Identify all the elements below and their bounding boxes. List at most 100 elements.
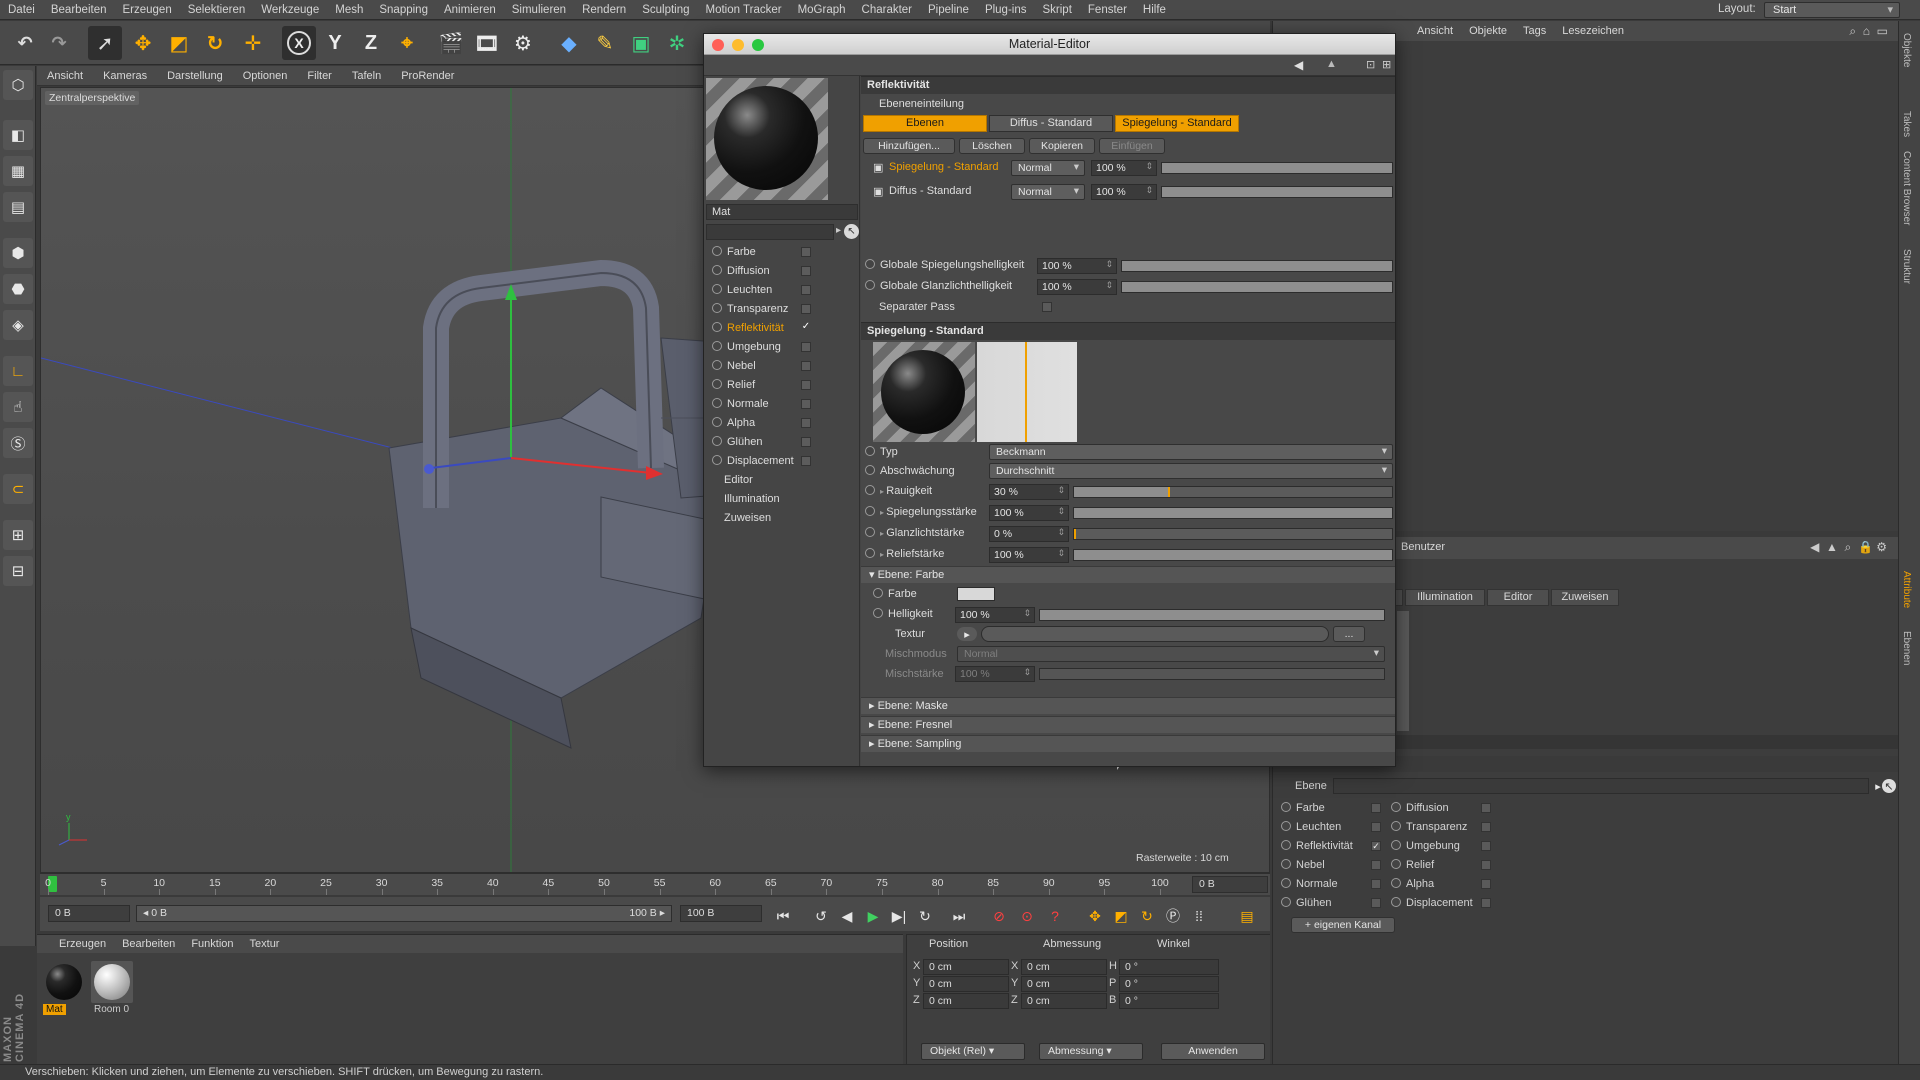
menu-item-fenster[interactable]: Fenster [1080,4,1135,16]
color-layer-header[interactable]: ▾ Ebene: Farbe [861,566,1395,583]
scale-tool-icon[interactable]: ◩ [162,26,196,60]
tweak-mode-icon[interactable]: ☝ [3,392,33,422]
attr-channel-checkbox[interactable] [1371,898,1381,908]
param-slider[interactable] [1073,549,1393,561]
viewport-menu-kameras[interactable]: Kameras [93,70,157,82]
y-axis-button[interactable]: Y [318,26,352,60]
redo-icon[interactable]: ↷ [42,26,76,60]
key-position-icon[interactable]: ✥ [1084,905,1106,927]
points-mode-icon[interactable]: ⬢ [3,238,33,268]
x-axis-button[interactable]: X [282,26,316,60]
new-window-icon[interactable]: ▭ [1877,24,1888,38]
viewport-menu-filter[interactable]: Filter [297,70,341,82]
side-tab-takes[interactable]: Takes [1901,111,1912,137]
arrow-right-icon[interactable]: ▸ [836,225,841,236]
coord-mode-select[interactable]: Objekt (Rel) ▾ [921,1043,1025,1060]
attr-channel-farbe[interactable]: Farbe [1281,802,1325,814]
layer-visibility-icon[interactable]: ▣ [873,161,883,174]
workplane-grid-icon[interactable]: ⊞ [3,520,33,550]
back-arrow-icon[interactable]: ◀ [1810,540,1819,554]
side-tab-struktur[interactable]: Struktur [1901,249,1912,284]
attr-channel-normale[interactable]: Normale [1281,878,1338,890]
add-channel-button[interactable]: + eigenen Kanal [1291,917,1395,933]
next-frame-icon[interactable]: ▶| [888,905,910,927]
texture-field[interactable] [981,626,1329,642]
timeline[interactable]: 0 5 10 15 20 25 30 35 40 45 50 55 60 65 70 75 80 85 90 95 10… [40,873,1270,895]
layer-opacity-slider[interactable] [1161,162,1393,174]
locked-workplane-icon[interactable]: ⊟ [3,556,33,586]
material-search-field[interactable] [706,224,834,240]
lock-icon[interactable]: ⊡ [1366,58,1375,71]
param-slider[interactable] [1073,486,1393,498]
goto-start-icon[interactable]: ⏮ [772,905,794,927]
goto-end-icon[interactable]: ⏭ [948,905,970,927]
coord-angle-field[interactable]: 0 ° [1119,976,1219,992]
attr-channel-checkbox[interactable] [1371,879,1381,889]
new-window-icon[interactable]: ⊞ [1382,58,1391,71]
record-keys-icon[interactable]: ⊘ [988,905,1010,927]
object-menu-objekte[interactable]: Objekte [1461,25,1515,37]
channel-checkbox[interactable] [801,418,811,428]
attr-channel-checkbox[interactable] [1371,860,1381,870]
attr-channel-glühen[interactable]: Glühen [1281,897,1331,909]
attr-channel-checkbox[interactable] [1481,841,1491,851]
layout-select[interactable]: Start [1764,2,1900,18]
layer-blend-select[interactable]: Normal [1011,160,1085,176]
channel-checkbox[interactable] [801,456,811,466]
attr-tab-illumination[interactable]: Illumination [1405,589,1485,606]
object-menu-tags[interactable]: Tags [1515,25,1554,37]
layer-name[interactable]: Spiegelung - Standard [889,161,998,173]
global-gloss-slider[interactable] [1121,281,1393,293]
render-picture-viewer-icon[interactable]: 🎞 [470,26,504,60]
attr-channel-leuchten[interactable]: Leuchten [1281,821,1341,833]
channel-item-farbe[interactable]: Farbe [712,246,756,258]
attr-channel-relief[interactable]: Relief [1391,859,1434,871]
render-settings-icon[interactable]: ⚙ [506,26,540,60]
layer-opacity-input[interactable]: 100 % [1091,160,1157,176]
make-editable-icon[interactable]: ⬡ [3,70,33,100]
key-pla-icon[interactable]: ⁞⁞ [1188,905,1210,927]
key-parameter-icon[interactable]: Ⓟ [1162,905,1184,927]
channel-checkbox[interactable] [801,285,811,295]
coordinate-system-icon[interactable]: ⌖ [390,26,424,60]
snapping-icon[interactable]: Ⓢ [3,428,33,458]
spline-pen-icon[interactable]: ✎ [588,26,622,60]
coord-angle-field[interactable]: 0 ° [1119,959,1219,975]
layer-name[interactable]: Diffus - Standard [889,185,971,197]
separate-pass-checkbox[interactable] [1042,302,1052,312]
max-frame-field[interactable]: 100 B [680,905,762,922]
extra-item-zuweisen[interactable]: Zuweisen [724,512,771,524]
menu-item-skript[interactable]: Skript [1035,4,1080,16]
texture-browse-button[interactable]: ... [1333,626,1365,642]
key-scale-icon[interactable]: ◩ [1110,905,1132,927]
close-window-icon[interactable] [712,39,724,51]
viewport-menu-optionen[interactable]: Optionen [233,70,298,82]
play-icon[interactable]: ▶ [862,905,884,927]
attr-channel-diffusion[interactable]: Diffusion [1391,802,1449,814]
channel-checkbox[interactable]: ✓ [801,322,811,333]
param-slider[interactable] [1073,507,1393,519]
settings-icon[interactable]: ⚙ [1876,540,1887,554]
material-name-room[interactable]: Room 0 [91,1004,132,1015]
prev-frame-icon[interactable]: ◀ [836,905,858,927]
global-spec-input[interactable]: 100 % [1037,258,1117,274]
coord-angle-field[interactable]: 0 ° [1119,993,1219,1009]
minimize-window-icon[interactable] [732,39,744,51]
attr-channel-checkbox[interactable] [1371,803,1381,813]
channel-item-glühen[interactable]: Glühen [712,436,762,448]
layer-opacity-slider[interactable] [1161,186,1393,198]
model-mode-icon[interactable]: ◧ [3,120,33,150]
menu-item-datei[interactable]: Datei [0,4,43,16]
attenuation-select[interactable]: Durchschnitt [989,463,1393,479]
autokey-icon[interactable]: ⊙ [1016,905,1038,927]
attr-channel-checkbox[interactable] [1481,803,1491,813]
pick-icon[interactable]: ↖ [1882,779,1896,793]
menu-item-bearbeiten[interactable]: Bearbeiten [43,4,115,16]
channel-checkbox[interactable] [801,399,811,409]
channel-item-normale[interactable]: Normale [712,398,769,410]
up-arrow-icon[interactable]: ▲ [1326,58,1337,70]
coord-size-mode-select[interactable]: Abmessung ▾ [1039,1043,1143,1060]
attr-channel-alpha[interactable]: Alpha [1391,878,1434,890]
channel-item-diffusion[interactable]: Diffusion [712,265,770,277]
polygons-mode-icon[interactable]: ◈ [3,310,33,340]
